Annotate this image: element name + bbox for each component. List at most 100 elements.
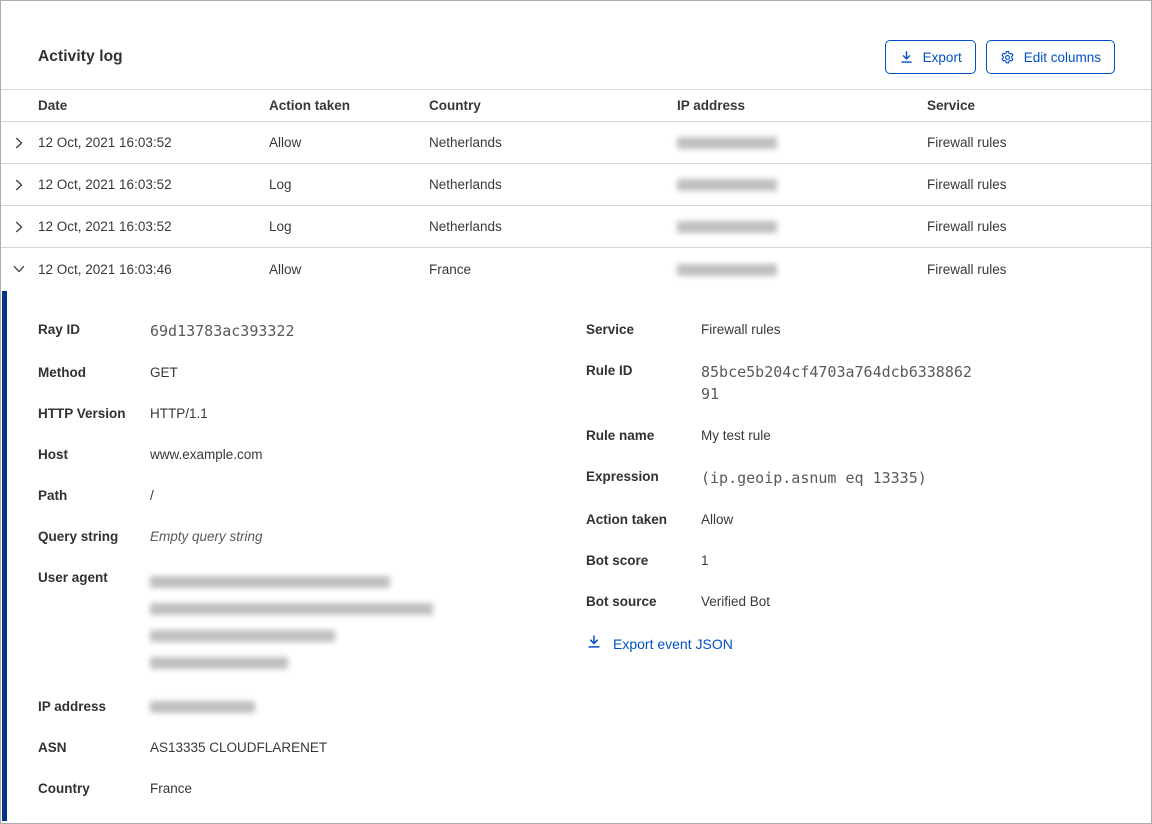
page-title: Activity log bbox=[38, 48, 123, 65]
detail-field-label: Path bbox=[38, 488, 68, 503]
detail-field-value: HTTP/1.1 bbox=[150, 406, 208, 421]
redacted-ip-value bbox=[677, 179, 777, 192]
cell-country: France bbox=[429, 261, 472, 277]
table-row[interactable]: 12 Oct, 2021 16:03:52 Log Netherlands Fi… bbox=[1, 206, 1151, 248]
detail-field-value: www.example.com bbox=[150, 447, 263, 462]
table-row[interactable]: 12 Oct, 2021 16:03:52 Allow Netherlands … bbox=[1, 122, 1151, 164]
redacted-ip-value bbox=[677, 137, 777, 150]
table-header-row: Date Action taken Country IP address Ser… bbox=[1, 89, 1151, 122]
cell-date: 12 Oct, 2021 16:03:52 bbox=[38, 135, 172, 150]
cell-action-taken: Allow bbox=[269, 261, 302, 277]
detail-field: Expression (ip.geoip.asnum eq 13335) bbox=[586, 467, 1151, 489]
detail-field-value: 69d13783ac393322 bbox=[150, 322, 295, 340]
detail-field-label: Method bbox=[38, 365, 86, 380]
detail-field-label: IP address bbox=[38, 699, 107, 714]
cell-ip-address bbox=[677, 262, 927, 277]
redacted-value bbox=[150, 602, 433, 615]
cell-country: Netherlands bbox=[429, 135, 502, 150]
detail-field: Method GET bbox=[38, 363, 554, 383]
cell-service: Firewall rules bbox=[927, 219, 1007, 234]
detail-field: Host www.example.com bbox=[38, 445, 554, 465]
detail-field: Bot source Verified Bot bbox=[586, 592, 1151, 612]
cell-service: Firewall rules bbox=[927, 135, 1007, 150]
detail-field-label: Country bbox=[38, 781, 90, 796]
detail-field: Rule name My test rule bbox=[586, 426, 1151, 446]
table-row[interactable]: 12 Oct, 2021 16:03:52 Log Netherlands Fi… bbox=[1, 164, 1151, 206]
detail-field: Ray ID 69d13783ac393322 bbox=[38, 320, 554, 342]
export-button[interactable]: Export bbox=[884, 40, 976, 74]
gear-icon bbox=[1000, 50, 1015, 65]
cell-country: Netherlands bbox=[429, 177, 502, 192]
download-icon bbox=[899, 50, 914, 65]
detail-field-value: / bbox=[150, 488, 154, 503]
detail-field: Rule ID 85bce5b204cf4703a764dcb633886291 bbox=[586, 361, 1151, 405]
export-event-json-link[interactable]: Export event JSON bbox=[586, 634, 733, 653]
detail-field: Query string Empty query string bbox=[38, 527, 554, 547]
download-icon bbox=[586, 634, 602, 653]
detail-field-value: (ip.geoip.asnum eq 13335) bbox=[701, 469, 927, 487]
detail-field-label: HTTP Version bbox=[38, 406, 126, 421]
row-expand-chevron-icon[interactable] bbox=[9, 259, 29, 279]
detail-field-label: Action taken bbox=[586, 512, 668, 527]
detail-field: Action taken Allow bbox=[586, 510, 1151, 530]
cell-date: 12 Oct, 2021 16:03:46 bbox=[38, 261, 172, 277]
row-expand-chevron-icon[interactable] bbox=[9, 133, 29, 153]
table-body: 12 Oct, 2021 16:03:52 Allow Netherlands … bbox=[1, 122, 1151, 290]
detail-field: HTTP Version HTTP/1.1 bbox=[38, 404, 554, 424]
detail-field-label: Service bbox=[586, 322, 635, 337]
detail-column-right: Service Firewall rules Rule ID 85bce5b20… bbox=[554, 320, 1151, 823]
cell-action-taken: Allow bbox=[269, 135, 302, 150]
cell-ip-address bbox=[677, 177, 927, 192]
detail-field-label: Rule ID bbox=[586, 363, 633, 378]
detail-field-label: Rule name bbox=[586, 428, 655, 443]
detail-field-value: Verified Bot bbox=[701, 594, 771, 609]
cell-ip-address bbox=[677, 219, 927, 234]
detail-field-label: Ray ID bbox=[38, 322, 81, 337]
row-expand-chevron-icon[interactable] bbox=[9, 217, 29, 237]
detail-field-value: Allow bbox=[701, 512, 734, 527]
column-header-service: Service bbox=[927, 98, 976, 113]
cell-date: 12 Oct, 2021 16:03:52 bbox=[38, 219, 172, 234]
header-actions: Export Edit columns bbox=[884, 40, 1115, 74]
redacted-ip-value bbox=[677, 263, 777, 276]
detail-field: Bot score 1 bbox=[586, 551, 1151, 571]
redacted-value bbox=[150, 629, 335, 642]
redacted-value bbox=[150, 575, 390, 588]
redacted-ip-value bbox=[677, 221, 777, 234]
redacted-value bbox=[150, 656, 288, 669]
detail-field-value: 85bce5b204cf4703a764dcb633886291 bbox=[701, 363, 972, 403]
detail-field-value bbox=[150, 568, 433, 676]
table-row[interactable]: 12 Oct, 2021 16:03:46 Allow France Firew… bbox=[1, 248, 1151, 290]
detail-field-value bbox=[150, 697, 255, 717]
column-header-ip-address: IP address bbox=[677, 98, 746, 113]
column-header-country: Country bbox=[429, 98, 481, 113]
edit-columns-button[interactable]: Edit columns bbox=[985, 40, 1115, 74]
activity-log-panel: Activity log Export Edit columns Date Ac… bbox=[0, 0, 1152, 824]
detail-field: Country France bbox=[38, 779, 554, 799]
detail-field-label: Bot source bbox=[586, 594, 657, 609]
panel-header: Activity log Export Edit columns bbox=[1, 1, 1151, 89]
detail-field: Service Firewall rules bbox=[586, 320, 1151, 340]
cell-action-taken: Log bbox=[269, 219, 292, 234]
detail-field-label: Host bbox=[38, 447, 68, 462]
detail-field-label: User agent bbox=[38, 570, 108, 585]
event-detail-panel: Ray ID 69d13783ac393322 Method GET HTTP … bbox=[1, 290, 1151, 823]
activity-table: Date Action taken Country IP address Ser… bbox=[1, 89, 1151, 290]
detail-field-value: My test rule bbox=[701, 428, 771, 443]
cell-service: Firewall rules bbox=[927, 261, 1007, 277]
detail-field-value: 1 bbox=[701, 553, 709, 568]
detail-field-value: Empty query string bbox=[150, 529, 263, 544]
edit-columns-button-label: Edit columns bbox=[1023, 49, 1101, 65]
export-event-json-label: Export event JSON bbox=[613, 635, 733, 652]
detail-field: User agent bbox=[38, 568, 554, 676]
detail-field: IP address bbox=[38, 697, 554, 717]
detail-field-label: Query string bbox=[38, 529, 119, 544]
detail-field-value: GET bbox=[150, 365, 178, 380]
row-expand-chevron-icon[interactable] bbox=[9, 175, 29, 195]
redacted-value bbox=[150, 701, 255, 713]
cell-service: Firewall rules bbox=[927, 177, 1007, 192]
column-header-action-taken: Action taken bbox=[269, 98, 351, 113]
detail-field-label: Bot score bbox=[586, 553, 649, 568]
detail-field-label: ASN bbox=[38, 740, 67, 755]
column-header-date: Date bbox=[38, 98, 68, 113]
